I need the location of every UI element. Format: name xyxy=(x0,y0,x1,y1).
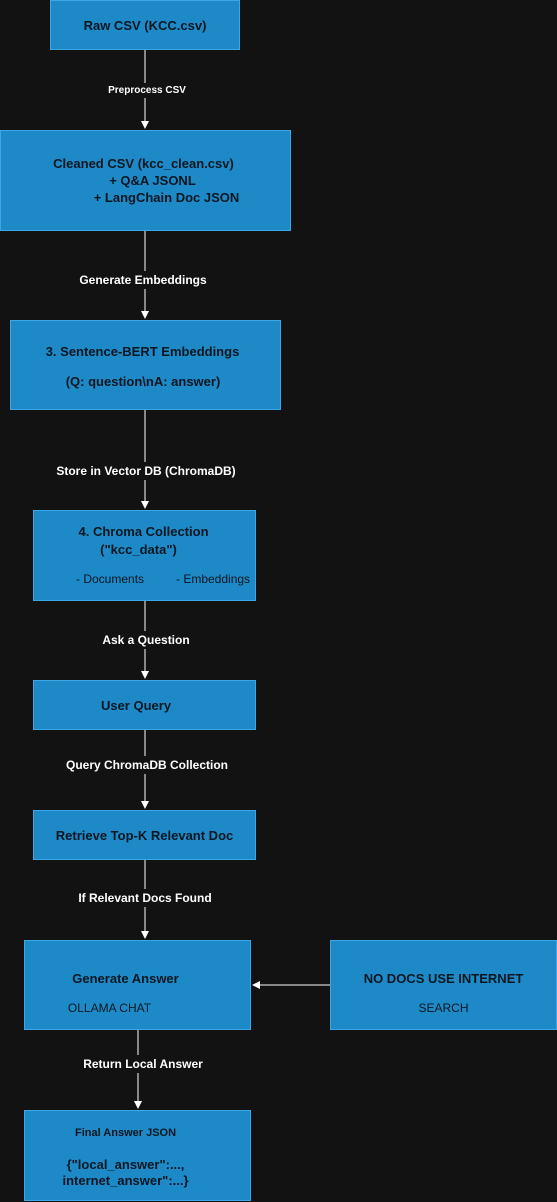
node-cleaned-csv-line1: Cleaned CSV (kcc_clean.csv) xyxy=(53,156,234,171)
edge-label-store-vector-db: Store in Vector DB (ChromaDB) xyxy=(53,462,239,480)
node-no-docs-subtitle: SEARCH xyxy=(418,1001,469,1015)
node-no-docs-internet: NO DOCS USE INTERNET SEARCH xyxy=(330,940,557,1030)
node-generate-answer-subtitle: OLLAMA CHAT xyxy=(67,1001,152,1015)
node-embeddings-line2: (Q: question\nA: answer) xyxy=(65,374,221,389)
node-cleaned-csv: Cleaned CSV (kcc_clean.csv) + Q&A JSONL … xyxy=(0,130,291,231)
node-chroma-embeddings: - Embeddings xyxy=(176,572,251,586)
edge-label-if-relevant: If Relevant Docs Found xyxy=(75,889,215,907)
node-chroma-line1: 4. Chroma Collection xyxy=(78,524,209,539)
node-final-answer-line2: {"local_answer":..., xyxy=(66,1157,185,1172)
node-raw-csv: Raw CSV (KCC.csv) xyxy=(50,0,240,50)
node-final-answer-line3: internet_answer":...} xyxy=(62,1173,189,1188)
edge-label-ask-question: Ask a Question xyxy=(99,631,193,649)
node-generate-answer-title: Generate Answer xyxy=(72,971,179,986)
node-cleaned-csv-line3: + LangChain Doc JSON xyxy=(93,190,240,205)
node-sentence-bert-embeddings: 3. Sentence-BERT Embeddings (Q: question… xyxy=(10,320,281,410)
node-generate-answer: Generate Answer OLLAMA CHAT xyxy=(24,940,251,1030)
edge-label-query-chromadb: Query ChromaDB Collection xyxy=(62,756,232,774)
node-cleaned-csv-line2: + Q&A JSONL xyxy=(109,173,196,188)
flowchart-canvas: Preprocess CSV Generate Embeddings Store… xyxy=(0,0,557,1202)
node-user-query: User Query xyxy=(33,680,256,730)
edge-label-generate-embeddings: Generate Embeddings xyxy=(76,271,210,289)
node-chroma-documents: - Documents xyxy=(76,572,145,586)
node-chroma-collection: 4. Chroma Collection ("kcc_data") - Docu… xyxy=(33,510,256,601)
node-final-answer-title: Final Answer JSON xyxy=(74,1127,177,1139)
node-retrieve-top-k: Retrieve Top-K Relevant Doc xyxy=(33,810,256,860)
node-no-docs-title: NO DOCS USE INTERNET xyxy=(363,971,524,986)
node-chroma-line2: ("kcc_data") xyxy=(100,542,177,557)
node-raw-csv-label: Raw CSV (KCC.csv) xyxy=(83,18,207,33)
node-user-query-label: User Query xyxy=(100,698,172,713)
node-final-answer-json: Final Answer JSON {"local_answer":..., i… xyxy=(24,1110,251,1201)
node-retrieve-label: Retrieve Top-K Relevant Doc xyxy=(55,828,234,843)
node-embeddings-line1: 3. Sentence-BERT Embeddings xyxy=(45,344,240,359)
edge-label-preprocess: Preprocess CSV xyxy=(105,83,189,98)
edge-label-return-local: Return Local Answer xyxy=(80,1055,206,1073)
